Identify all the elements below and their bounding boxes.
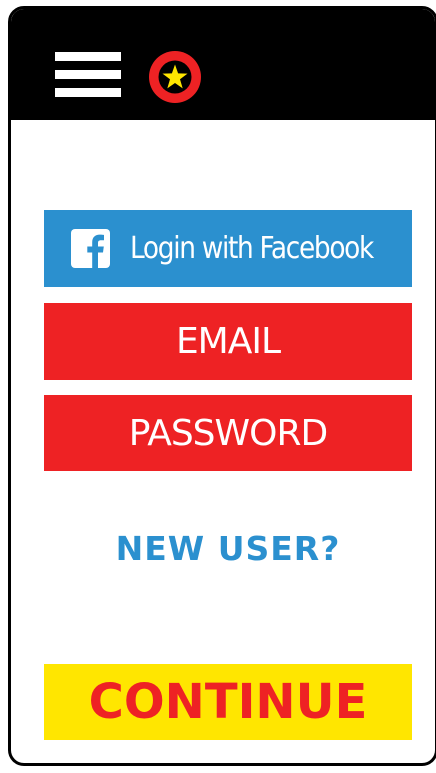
facebook-icon [71, 229, 110, 268]
facebook-button-label: Login with Facebook [130, 231, 374, 266]
logo-svg [149, 51, 201, 103]
login-with-facebook-button[interactable]: Login with Facebook [44, 210, 412, 287]
password-field[interactable]: PASSWORD [44, 395, 412, 471]
menu-bar-1 [55, 52, 121, 61]
star-badge-logo-icon [148, 50, 202, 104]
email-label: EMAIL [175, 321, 281, 362]
continue-label: CONTINUE [88, 674, 368, 730]
password-label: PASSWORD [128, 412, 328, 454]
continue-button[interactable]: CONTINUE [44, 664, 412, 740]
app-frame: Login with Facebook EMAIL PASSWORD NEW U… [8, 6, 436, 766]
email-field[interactable]: EMAIL [44, 303, 412, 380]
hamburger-menu-icon[interactable] [55, 52, 121, 98]
menu-bar-2 [55, 70, 121, 79]
menu-bar-3 [55, 88, 121, 97]
new-user-link[interactable]: NEW USER? [44, 529, 412, 568]
top-bar [11, 9, 435, 120]
